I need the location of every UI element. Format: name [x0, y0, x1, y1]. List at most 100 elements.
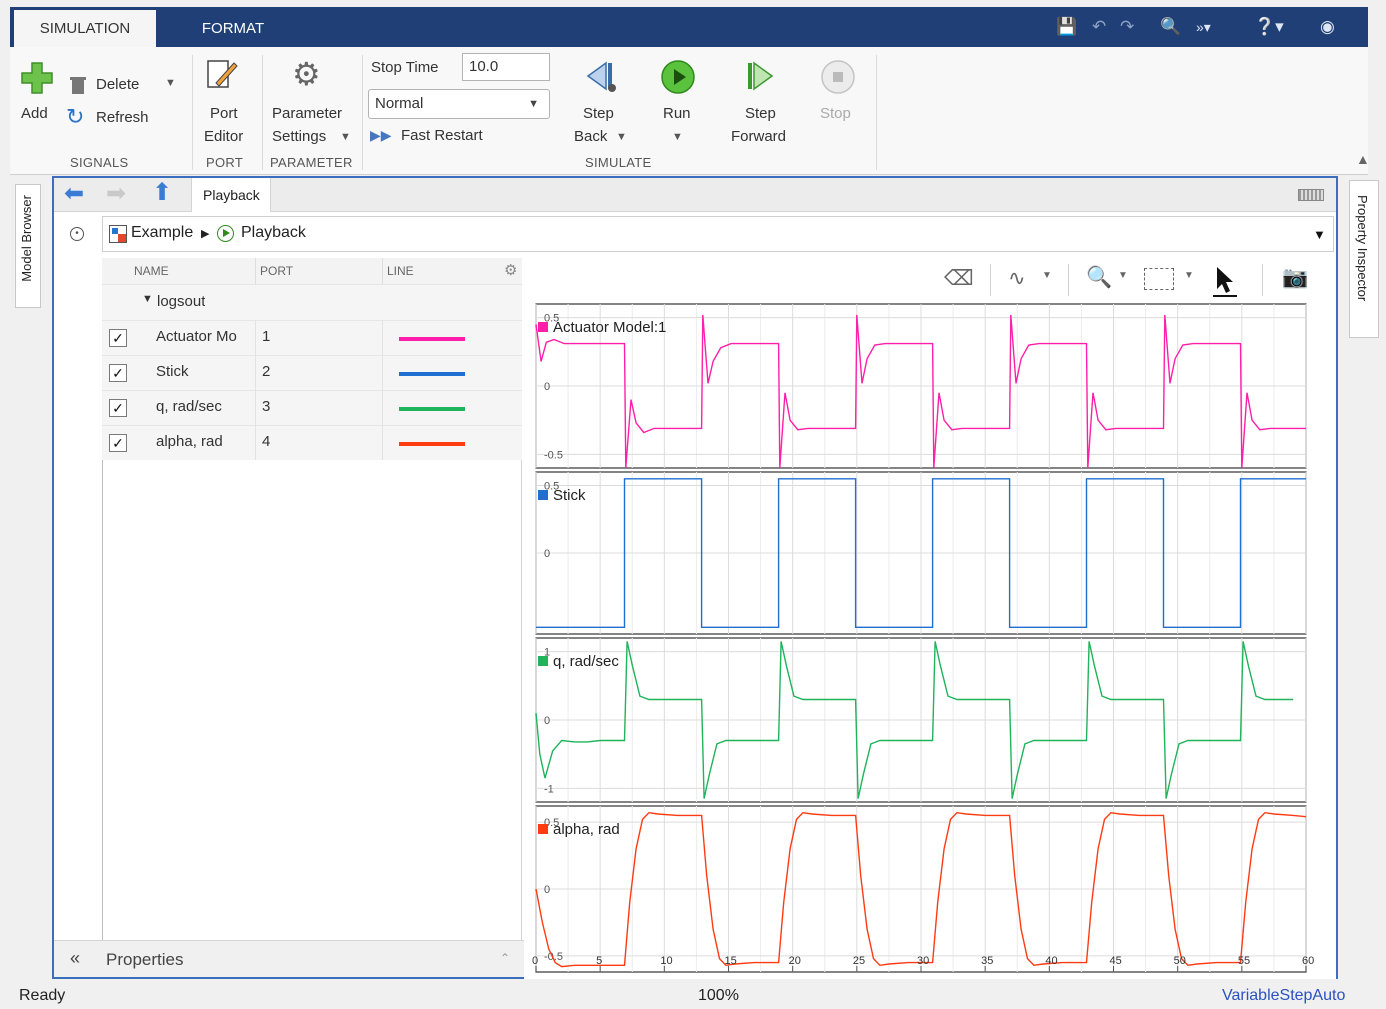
quick-access-more-icon[interactable]: »▾ [1196, 7, 1211, 47]
run-dropdown-icon[interactable]: ▼ [672, 131, 683, 143]
step-forward-button[interactable]: Step [745, 105, 776, 122]
cursor-icon[interactable] [1212, 264, 1238, 298]
tab-format[interactable]: FORMAT [188, 10, 278, 47]
column-header-line[interactable]: LINE [387, 264, 414, 278]
signal-port: 4 [262, 433, 271, 450]
legend-swatch [538, 490, 548, 500]
refresh-button[interactable]: Refresh [96, 109, 149, 126]
breadcrumb-root[interactable]: Example [131, 224, 193, 242]
fast-restart-button[interactable]: Fast Restart [401, 127, 483, 144]
model-browser-tab[interactable]: Model Browser [15, 184, 41, 308]
line-swatch[interactable] [399, 442, 465, 446]
x-tick-label: 10 [660, 955, 672, 967]
legend-swatch [538, 656, 548, 666]
simulation-mode-select[interactable]: Normal ▼ [368, 89, 550, 119]
line-swatch[interactable] [399, 372, 465, 376]
save-icon[interactable]: 💾 [1056, 7, 1077, 47]
x-tick-label: 30 [917, 955, 929, 967]
fast-restart-icon: ▶▶ [370, 127, 392, 143]
zoom-icon[interactable]: 🔍 [1086, 266, 1112, 290]
table-row[interactable]: ✓ Actuator Mo 1 [102, 320, 522, 355]
breadcrumb-dropdown-icon[interactable]: ▼ [1313, 227, 1326, 242]
eraser-icon[interactable]: ⌫ [944, 266, 974, 291]
table-row[interactable]: ✓ alpha, rad 4 [102, 425, 522, 460]
breadcrumb: Example ▶ Playback ▼ [102, 216, 1334, 252]
gear-icon: ⚙ [292, 56, 321, 92]
hide-explorer-icon[interactable]: • [70, 227, 84, 241]
chevron-up-icon[interactable]: ⌃ [500, 951, 510, 965]
stop-time-input[interactable]: 10.0 [462, 53, 550, 81]
port-editor-button[interactable]: Port [210, 105, 238, 122]
fit-dropdown-icon[interactable]: ▼ [1184, 270, 1194, 281]
signal-checkbox[interactable]: ✓ [109, 399, 127, 417]
x-tick-label: 15 [725, 955, 737, 967]
legend-label: Actuator Model:1 [553, 319, 666, 336]
table-settings-gear-icon[interactable]: ⚙ [504, 261, 517, 279]
simulate-group-label: SIMULATE [585, 155, 652, 170]
fit-to-view-icon[interactable] [1144, 268, 1174, 290]
signal-port: 1 [262, 328, 271, 345]
stop-button[interactable]: Stop [820, 105, 851, 122]
parameter-group-label: PARAMETER [270, 155, 353, 170]
line-swatch[interactable] [399, 407, 465, 411]
redo-icon[interactable]: ↷ [1120, 7, 1134, 47]
x-tick-label: 50 [1174, 955, 1186, 967]
tab-simulation[interactable]: SIMULATION [14, 10, 156, 47]
forward-arrow-icon[interactable]: ➡ [106, 181, 126, 207]
x-tick-label: 55 [1238, 955, 1250, 967]
step-forward-label-2[interactable]: Forward [731, 128, 786, 145]
left-side-strip: Model Browser [10, 176, 42, 984]
zoom-dropdown-icon[interactable]: ▼ [1118, 270, 1128, 281]
x-tick-label: 0 [532, 955, 538, 967]
camera-icon[interactable]: 📷 [1282, 266, 1308, 290]
signal-checkbox[interactable]: ✓ [109, 364, 127, 382]
delete-button[interactable]: Delete [96, 76, 139, 93]
signal-table-header: NAME PORT LINE ⚙ [102, 258, 522, 284]
signal-style-icon[interactable]: ∿ [1008, 266, 1026, 291]
back-arrow-icon[interactable]: ⬅ [64, 181, 84, 207]
property-inspector-tab[interactable]: Property Inspector [1349, 180, 1379, 338]
search-icon[interactable]: 🔍 [1160, 7, 1181, 47]
tab-playback[interactable]: Playback [191, 178, 271, 212]
step-back-icon [586, 61, 616, 92]
properties-panel-header[interactable]: « Properties ⌃ [54, 940, 524, 977]
signal-port: 3 [262, 398, 271, 415]
plot-toolbar: ⌫ ∿ ▼ 🔍 ▼ ▼ 📷 [524, 258, 1336, 302]
line-swatch[interactable] [399, 337, 465, 341]
signal-style-dropdown-icon[interactable]: ▼ [1042, 270, 1052, 281]
breadcrumb-child[interactable]: Playback [241, 224, 306, 242]
add-icon[interactable] [20, 61, 54, 95]
model-browser-label: Model Browser [19, 195, 34, 282]
table-row[interactable]: ✓ q, rad/sec 3 [102, 390, 522, 425]
tab-playback-label: Playback [203, 187, 260, 203]
group-row-logsout[interactable]: ▼ logsout [102, 284, 522, 320]
parameter-dropdown-icon[interactable]: ▼ [340, 131, 351, 143]
x-tick-label: 40 [1045, 955, 1057, 967]
up-arrow-icon[interactable]: ⬆ [152, 180, 172, 206]
collapse-left-icon[interactable]: « [70, 948, 80, 969]
column-header-port[interactable]: PORT [260, 264, 293, 278]
column-header-name[interactable]: NAME [134, 264, 169, 278]
keyboard-icon[interactable] [1298, 189, 1324, 201]
undo-icon[interactable]: ↶ [1092, 7, 1106, 47]
expand-icon[interactable]: ▼ [142, 293, 153, 305]
delete-dropdown-icon[interactable]: ▼ [165, 77, 176, 89]
help-icon[interactable]: ❔▾ [1254, 7, 1284, 47]
collapse-ribbon-icon[interactable]: ▲ [1356, 151, 1370, 167]
step-back-dropdown-icon[interactable]: ▼ [616, 131, 627, 143]
step-back-button[interactable]: Step [583, 105, 614, 122]
navigation-bar: ⬅ ➡ ⬆ Playback [54, 178, 1336, 212]
add-button[interactable]: Add [21, 105, 48, 122]
port-editor-label-2[interactable]: Editor [204, 128, 243, 145]
parameter-settings-label-2[interactable]: Settings [272, 128, 326, 145]
stop-time-label: Stop Time [371, 59, 439, 76]
step-back-label-2[interactable]: Back [574, 128, 607, 145]
options-icon[interactable]: ◉ [1320, 7, 1335, 47]
table-row[interactable]: ✓ Stick 2 [102, 355, 522, 390]
properties-label: Properties [106, 950, 184, 969]
run-button[interactable]: Run [663, 105, 691, 122]
status-solver[interactable]: VariableStepAuto [1222, 987, 1345, 1005]
parameter-settings-button[interactable]: Parameter [272, 105, 342, 122]
signal-checkbox[interactable]: ✓ [109, 329, 127, 347]
signal-checkbox[interactable]: ✓ [109, 434, 127, 452]
